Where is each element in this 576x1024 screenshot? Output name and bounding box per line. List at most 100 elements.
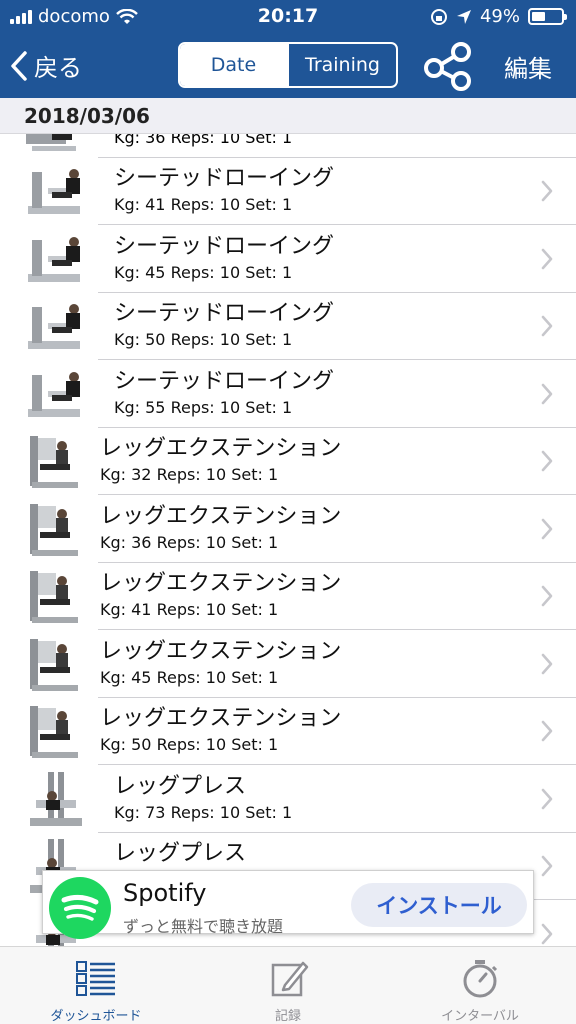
- rotation-lock-icon: [430, 8, 447, 25]
- segmented-control: Date Training: [178, 42, 398, 88]
- exercise-thumbnail: [22, 432, 90, 492]
- tab-interval[interactable]: インターバル: [384, 947, 576, 1024]
- ad-title: Spotify: [123, 879, 207, 907]
- segment-date[interactable]: Date: [180, 44, 287, 86]
- list-item[interactable]: シーテッドローイング Kg: 45 Reps: 10 Set: 1: [0, 226, 576, 293]
- list-item[interactable]: レッグエクステンション Kg: 45 Reps: 10 Set: 1: [0, 631, 576, 698]
- tab-record[interactable]: 記録: [192, 947, 384, 1024]
- spotify-logo-icon: [49, 877, 111, 939]
- exercise-detail: Kg: 36 Reps: 10 Set: 1: [114, 134, 293, 147]
- exercise-thumbnail: [22, 635, 90, 695]
- chevron-right-icon: [540, 248, 554, 270]
- exercise-name: シーテッドローイング: [114, 166, 335, 191]
- date-section-header: 2018/03/06: [0, 98, 576, 134]
- chevron-right-icon: [540, 518, 554, 540]
- exercise-text: シーテッドローイング Kg: 55 Reps: 10 Set: 1: [114, 367, 334, 419]
- share-icon[interactable]: [422, 40, 474, 92]
- install-button[interactable]: インストール: [351, 883, 527, 927]
- ad-banner[interactable]: Spotify ずっと無料で聴き放題 インストール: [42, 870, 534, 939]
- chevron-right-icon: [540, 720, 554, 742]
- tab-bar: ダッシュボード 記録 インターバル: [0, 946, 576, 1024]
- exercise-detail: Kg: 36 Reps: 10 Set: 1: [100, 532, 279, 552]
- exercise-detail: Kg: 41 Reps: 10 Set: 1: [114, 195, 293, 214]
- segment-training[interactable]: Training: [287, 44, 396, 86]
- exercise-text: レッグエクステンション Kg: 45 Reps: 10 Set: 1: [100, 637, 341, 689]
- record-icon: [271, 961, 309, 997]
- exercise-detail: Kg: 45 Reps: 10 Set: 1: [100, 667, 279, 687]
- edit-button[interactable]: 編集: [504, 49, 552, 84]
- chevron-right-icon: [540, 383, 554, 405]
- status-bar: docomo 20:17 49%: [0, 0, 576, 34]
- list-item[interactable]: シーテッドローイング Kg: 50 Reps: 10 Set: 1: [0, 293, 576, 360]
- exercise-thumbnail: [22, 500, 90, 560]
- exercise-name: レッグプレス: [114, 841, 247, 866]
- list-item[interactable]: レッグエクステンション Kg: 50 Reps: 10 Set: 1: [0, 698, 576, 765]
- chevron-right-icon: [540, 788, 554, 810]
- exercise-thumbnail: [22, 702, 90, 762]
- exercise-detail: Kg: 50 Reps: 10 Set: 1: [114, 330, 293, 349]
- exercise-thumbnail: [22, 365, 90, 425]
- exercise-text: シーテッドローイング Kg: 41 Reps: 10 Set: 1: [114, 164, 334, 216]
- exercise-text: レッグエクステンション Kg: 41 Reps: 10 Set: 1: [100, 569, 341, 621]
- exercise-detail: Kg: 32 Reps: 10 Set: 1: [100, 465, 279, 484]
- back-button[interactable]: 戻る: [10, 48, 82, 83]
- nav-bar: 戻る Date Training 編集: [0, 34, 576, 98]
- workout-list[interactable]: Kg: 36 Reps: 10 Set: 1 シーテッドローイング Kg: 41 …: [0, 134, 576, 946]
- exercise-text: レッグプレス: [114, 839, 246, 869]
- list-item[interactable]: シーテッドローイング Kg: 41 Reps: 10 Set: 1: [0, 158, 576, 225]
- exercise-name: レッグエクステンション: [100, 436, 342, 461]
- exercise-text: レッグエクステンション Kg: 50 Reps: 10 Set: 1: [100, 704, 341, 756]
- chevron-right-icon: [540, 653, 554, 675]
- exercise-detail: Kg: 55 Reps: 10 Set: 1: [114, 397, 293, 417]
- list-item-partial[interactable]: Kg: 36 Reps: 10 Set: 1: [98, 134, 576, 158]
- location-icon: [456, 9, 471, 24]
- list-item[interactable]: レッグエクステンション Kg: 32 Reps: 10 Set: 1: [0, 428, 576, 495]
- tab-interval-label: インターバル: [441, 1009, 519, 1024]
- exercise-thumbnail: [22, 230, 90, 290]
- exercise-detail: Kg: 50 Reps: 10 Set: 1: [100, 735, 279, 754]
- battery-percent: 49%: [479, 6, 520, 27]
- tab-dashboard[interactable]: ダッシュボード: [0, 947, 192, 1024]
- tab-dashboard-label: ダッシュボード: [50, 1009, 142, 1024]
- chevron-right-icon: [540, 450, 554, 472]
- exercise-thumbnail: [22, 134, 90, 152]
- chevron-right-icon: [540, 923, 554, 945]
- chevron-right-icon: [540, 855, 554, 877]
- exercise-detail: Kg: 41 Reps: 10 Set: 1: [100, 600, 279, 619]
- exercise-thumbnail: [22, 162, 90, 222]
- exercise-name: レッグエクステンション: [100, 503, 342, 529]
- exercise-thumbnail: [22, 567, 90, 627]
- section-date: 2018/03/06: [24, 104, 150, 128]
- exercise-thumbnail: [22, 297, 90, 357]
- exercise-text: シーテッドローイング Kg: 45 Reps: 10 Set: 1: [114, 232, 334, 284]
- tab-record-label: 記録: [274, 1009, 301, 1024]
- exercise-name: レッグエクステンション: [100, 706, 342, 731]
- exercise-name: シーテッドローイング: [114, 301, 335, 326]
- exercise-text: レッグプレス Kg: 73 Reps: 10 Set: 1: [114, 772, 292, 824]
- chevron-right-icon: [540, 585, 554, 607]
- chevron-left-icon: [11, 50, 27, 81]
- chevron-right-icon: [540, 315, 554, 337]
- exercise-text: レッグエクステンション Kg: 36 Reps: 10 Set: 1: [100, 502, 341, 554]
- list-item[interactable]: レッグエクステンション Kg: 41 Reps: 10 Set: 1: [0, 563, 576, 630]
- back-label: 戻る: [34, 54, 82, 82]
- list-item[interactable]: レッグプレス Kg: 73 Reps: 10 Set: 1: [0, 766, 576, 833]
- exercise-thumbnail: [22, 770, 90, 830]
- dashboard-icon: [76, 961, 115, 996]
- exercise-text: シーテッドローイング Kg: 50 Reps: 10 Set: 1: [114, 299, 334, 351]
- stopwatch-icon: [463, 960, 498, 998]
- chevron-right-icon: [540, 180, 554, 202]
- ad-subtitle: ずっと無料で聴き放題: [123, 917, 284, 936]
- exercise-name: シーテッドローイング: [114, 368, 335, 394]
- exercise-name: レッグプレス: [114, 773, 247, 799]
- battery-icon: [528, 8, 567, 25]
- list-item[interactable]: シーテッドローイング Kg: 55 Reps: 10 Set: 1: [0, 361, 576, 428]
- exercise-text: レッグエクステンション Kg: 32 Reps: 10 Set: 1: [100, 434, 341, 486]
- exercise-name: レッグエクステンション: [100, 638, 342, 664]
- exercise-name: レッグエクステンション: [100, 571, 342, 596]
- top-bar: docomo 20:17 49% 戻る Date Training 編集: [0, 0, 576, 98]
- exercise-detail: Kg: 45 Reps: 10 Set: 1: [114, 262, 293, 282]
- list-item[interactable]: レッグエクステンション Kg: 36 Reps: 10 Set: 1: [0, 496, 576, 563]
- exercise-name: シーテッドローイング: [114, 233, 335, 259]
- exercise-detail: Kg: 73 Reps: 10 Set: 1: [114, 802, 293, 822]
